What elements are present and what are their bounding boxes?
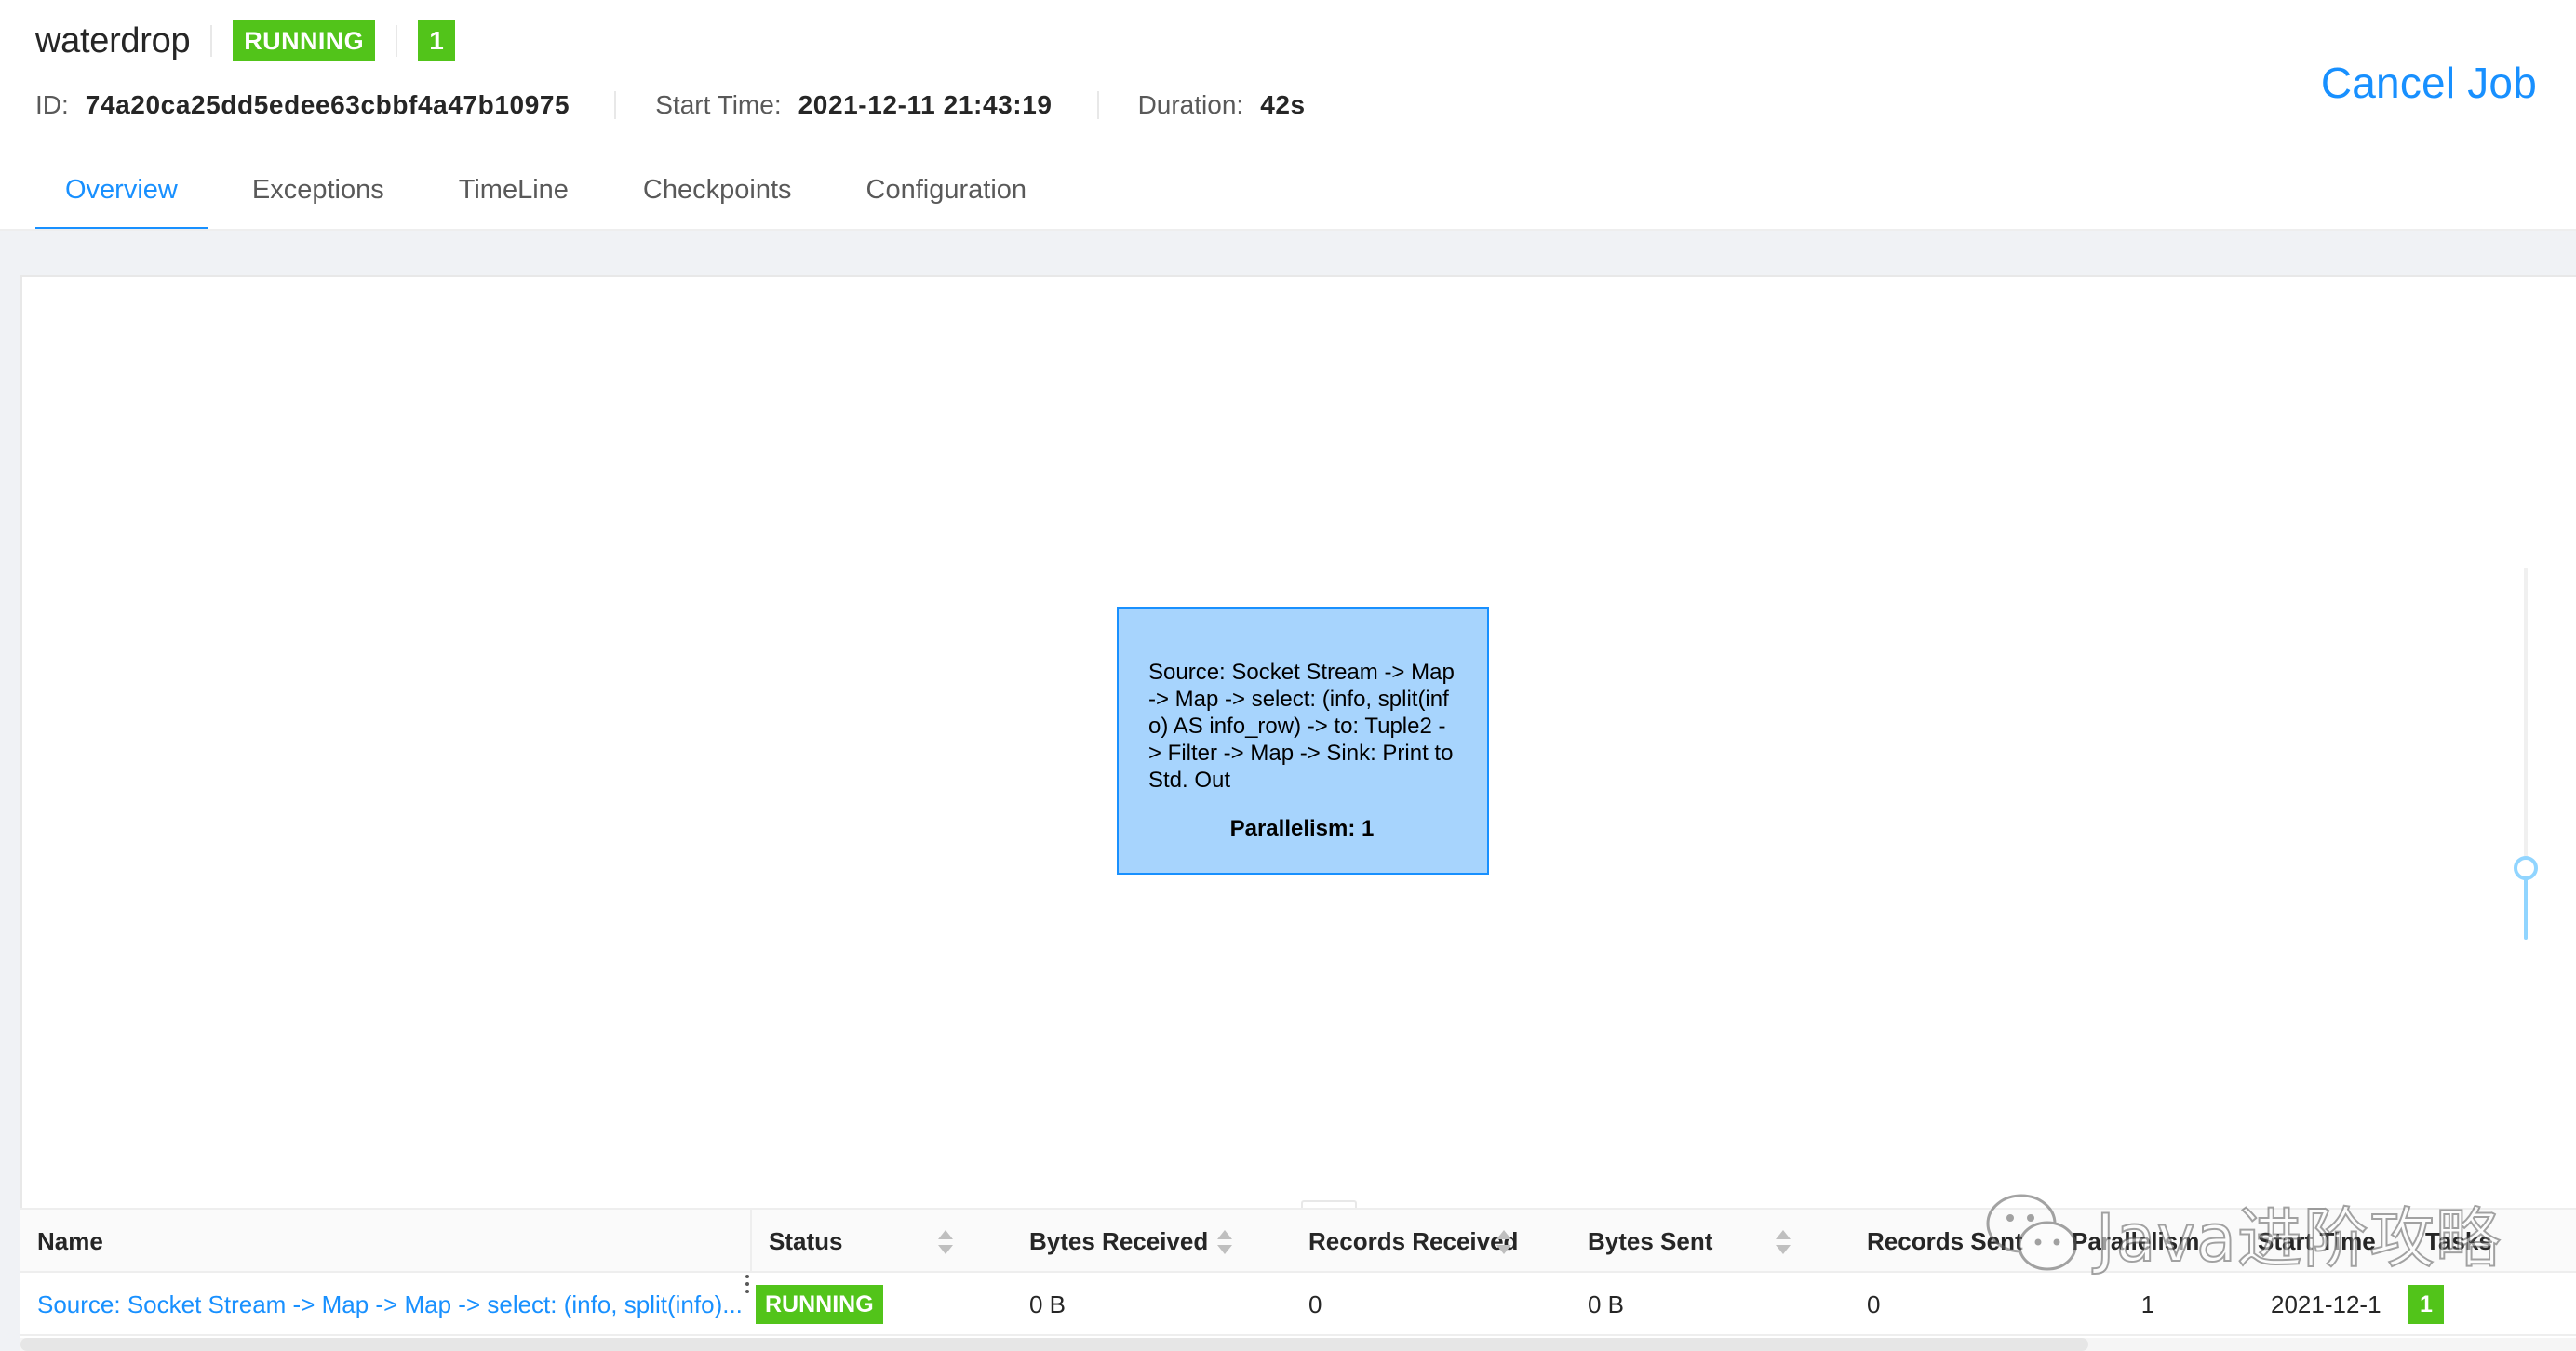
- sort-icon[interactable]: [1217, 1230, 1232, 1256]
- job-status-badge: RUNNING: [233, 20, 376, 61]
- tab-exceptions[interactable]: Exceptions: [222, 166, 414, 231]
- column-header-tasks[interactable]: Tasks: [2408, 1210, 2576, 1273]
- tab-overview[interactable]: Overview: [35, 166, 208, 231]
- vertex-status-badge: RUNNING: [756, 1285, 883, 1324]
- horizontal-scrollbar-thumb[interactable]: [20, 1338, 2088, 1351]
- tasks-count-badge: 1: [2408, 1285, 2444, 1324]
- records-sent-cell: 0: [1867, 1290, 1881, 1318]
- column-header-name: Name: [20, 1210, 750, 1273]
- column-header-parallelism[interactable]: Parallelism: [2055, 1210, 2241, 1273]
- parallelism-cell: 1: [2140, 1290, 2155, 1318]
- tasks-cell: 1: [2408, 1273, 2576, 1336]
- column-header-records-sent[interactable]: Records Sent: [1850, 1210, 2055, 1273]
- column-header-records-received[interactable]: Records Received: [1292, 1210, 1571, 1273]
- start-time-cell: 2021-12-1: [2271, 1290, 2381, 1318]
- bytes-sent-cell: 0 B: [1588, 1290, 1625, 1318]
- job-detail-page: waterdrop RUNNING 1 ID: 74a20ca25dd5edee…: [0, 0, 2576, 1351]
- column-label: Records Received: [1308, 1226, 1519, 1255]
- column-header-bytes-sent[interactable]: Bytes Sent: [1571, 1210, 1850, 1273]
- column-label: Start Time: [2258, 1226, 2376, 1255]
- job-title-row: waterdrop RUNNING 1: [35, 15, 456, 67]
- sort-icon[interactable]: [1496, 1230, 1511, 1256]
- job-meta-row: ID: 74a20ca25dd5edee63cbbf4a47b10975 Sta…: [35, 86, 1306, 125]
- status-cell: RUNNING: [756, 1273, 1007, 1336]
- job-name: waterdrop: [35, 20, 191, 60]
- divider: [1096, 91, 1099, 119]
- column-label: Records Sent: [1867, 1226, 2023, 1255]
- cancel-job-link[interactable]: Cancel Job: [2321, 58, 2537, 108]
- job-id-label: ID:: [35, 90, 69, 119]
- column-label: Name: [37, 1226, 103, 1255]
- job-graph-node[interactable]: Source: Socket Stream -> Map -> Map -> s…: [1117, 607, 1489, 875]
- records-received-cell: 0: [1308, 1290, 1322, 1318]
- table-row[interactable]: Source: Socket Stream -> Map -> Map -> s…: [20, 1273, 2576, 1336]
- column-header-start-time[interactable]: Start Time: [2241, 1210, 2408, 1273]
- zoom-slider-handle[interactable]: [2514, 856, 2538, 880]
- tab-timeline[interactable]: TimeLine: [429, 166, 598, 231]
- start-time-value: 2021-12-11 21:43:19: [798, 90, 1053, 119]
- node-operator-chain: Source: Socket Stream -> Map -> Map -> s…: [1148, 660, 1455, 793]
- job-id-value: 74a20ca25dd5edee63cbbf4a47b10975: [85, 90, 570, 119]
- table-header: Name Status Bytes Received Records Recei…: [20, 1208, 2576, 1273]
- bytes-received-cell: 0 B: [1029, 1290, 1067, 1318]
- column-header-status[interactable]: Status: [752, 1210, 1013, 1273]
- column-label: Status: [769, 1226, 843, 1255]
- duration-label: Duration:: [1137, 90, 1244, 119]
- divider: [210, 25, 213, 57]
- column-label: Bytes Sent: [1588, 1226, 1713, 1255]
- vertices-table: Name Status Bytes Received Records Recei…: [20, 1208, 2576, 1351]
- sort-icon[interactable]: [938, 1230, 953, 1256]
- job-tabs: Overview Exceptions TimeLine Checkpoints…: [35, 166, 1071, 231]
- tab-checkpoints[interactable]: Checkpoints: [613, 166, 822, 231]
- sort-icon[interactable]: [1776, 1230, 1791, 1256]
- vertex-name-link[interactable]: Source: Socket Stream -> Map -> Map -> s…: [20, 1273, 743, 1336]
- column-label: Parallelism: [2072, 1226, 2200, 1255]
- column-resize-handle[interactable]: [741, 1265, 754, 1303]
- duration-value: 42s: [1260, 90, 1306, 119]
- start-time-label: Start Time:: [655, 90, 782, 119]
- column-label: Bytes Received: [1029, 1226, 1209, 1255]
- task-count-badge: 1: [418, 20, 456, 61]
- node-parallelism: Parallelism: 1: [1229, 816, 1375, 841]
- tab-configuration[interactable]: Configuration: [837, 166, 1057, 231]
- column-header-bytes-received[interactable]: Bytes Received: [1013, 1210, 1292, 1273]
- divider: [614, 91, 617, 119]
- job-header: waterdrop RUNNING 1 ID: 74a20ca25dd5edee…: [0, 0, 2576, 231]
- column-label: Tasks: [2425, 1226, 2492, 1255]
- divider: [396, 25, 398, 57]
